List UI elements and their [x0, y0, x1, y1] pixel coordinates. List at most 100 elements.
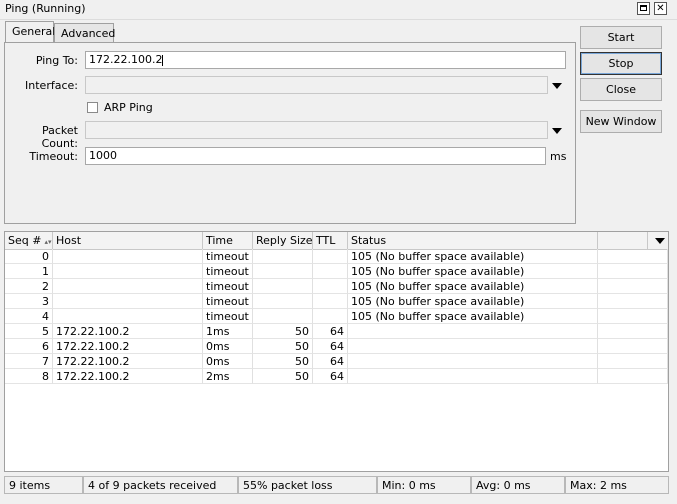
new-window-button[interactable]: New Window: [580, 110, 662, 133]
title-bar[interactable]: Ping (Running) ✕: [0, 0, 677, 20]
cell-ttl: [313, 294, 348, 309]
cell-filler: [598, 369, 668, 384]
cell-status: [348, 369, 598, 384]
status-max: Max: 2 ms: [565, 476, 669, 494]
cell-status: [348, 339, 598, 354]
start-button[interactable]: Start: [580, 26, 662, 49]
ping-to-value: 172.22.100.2: [89, 53, 163, 66]
table-row[interactable]: 7 172.22.100.2 0ms 50 64: [5, 354, 668, 369]
interface-dropdown-icon[interactable]: [552, 83, 562, 89]
cell-ttl: [313, 279, 348, 294]
arp-ping-checkbox[interactable]: [87, 102, 98, 113]
cell-filler: [598, 279, 668, 294]
table-row[interactable]: 1 timeout 105 (No buffer space available): [5, 264, 668, 279]
cell-reply-size: 50: [253, 324, 313, 339]
cell-host: 172.22.100.2: [53, 339, 203, 354]
cell-ttl: 64: [313, 354, 348, 369]
cell-host: 172.22.100.2: [53, 324, 203, 339]
cell-reply-size: 50: [253, 369, 313, 384]
status-loss: 55% packet loss: [238, 476, 377, 494]
ping-results-table[interactable]: Seq # ▴▾ Host Time Reply Size TTL Status …: [4, 231, 669, 472]
cell-filler: [598, 354, 668, 369]
status-received: 4 of 9 packets received: [83, 476, 238, 494]
cell-filler: [598, 294, 668, 309]
table-row[interactable]: 4 timeout 105 (No buffer space available): [5, 309, 668, 324]
status-items: 9 items: [4, 476, 83, 494]
cell-reply-size: [253, 309, 313, 324]
interface-select[interactable]: [85, 76, 548, 94]
col-status[interactable]: Status: [348, 232, 598, 249]
window-edge: [669, 231, 677, 504]
timeout-field[interactable]: 1000: [85, 147, 546, 165]
timeout-unit: ms: [550, 150, 567, 163]
col-time[interactable]: Time: [203, 232, 253, 249]
cell-status: 105 (No buffer space available): [348, 249, 598, 264]
table-row[interactable]: 3 timeout 105 (No buffer space available): [5, 294, 668, 309]
cell-seq: 2: [5, 279, 53, 294]
window-title: Ping (Running): [5, 2, 86, 15]
ping-to-label: Ping To:: [35, 54, 78, 67]
interface-label: Interface:: [25, 79, 78, 92]
cell-status: 105 (No buffer space available): [348, 294, 598, 309]
packet-count-label: Packet Count:: [41, 124, 78, 150]
tab-advanced-label: Advanced: [61, 27, 116, 40]
cell-seq: 8: [5, 369, 53, 384]
table-row[interactable]: 0 timeout 105 (No buffer space available): [5, 249, 668, 264]
cell-seq: 3: [5, 294, 53, 309]
cell-time: timeout: [203, 249, 253, 264]
cell-reply-size: 50: [253, 354, 313, 369]
cell-filler: [598, 324, 668, 339]
cell-seq: 0: [5, 249, 53, 264]
cell-host: [53, 249, 203, 264]
cell-status: [348, 354, 598, 369]
packet-count-field[interactable]: [85, 121, 548, 139]
status-avg: Avg: 0 ms: [471, 476, 565, 494]
cell-seq: 7: [5, 354, 53, 369]
maximize-icon[interactable]: [637, 2, 650, 15]
cell-reply-size: 50: [253, 339, 313, 354]
close-window-icon[interactable]: ✕: [654, 2, 667, 15]
col-seq-label: Seq #: [8, 234, 42, 247]
cell-ttl: [313, 309, 348, 324]
stop-button[interactable]: Stop: [580, 52, 662, 75]
cell-time: timeout: [203, 279, 253, 294]
table-row[interactable]: 6 172.22.100.2 0ms 50 64: [5, 339, 668, 354]
cell-status: [348, 324, 598, 339]
col-seq[interactable]: Seq # ▴▾: [5, 232, 53, 249]
cell-host: 172.22.100.2: [53, 369, 203, 384]
status-bar: 9 items 4 of 9 packets received 55% pack…: [4, 476, 669, 494]
ping-to-field[interactable]: 172.22.100.2: [85, 51, 566, 69]
table-row[interactable]: 5 172.22.100.2 1ms 50 64: [5, 324, 668, 339]
cell-filler: [598, 264, 668, 279]
col-ttl[interactable]: TTL: [313, 232, 348, 249]
cell-host: [53, 294, 203, 309]
cell-reply-size: [253, 279, 313, 294]
cell-ttl: [313, 249, 348, 264]
timeout-label: Timeout:: [29, 150, 78, 163]
cell-host: [53, 309, 203, 324]
cell-time: timeout: [203, 294, 253, 309]
table-row[interactable]: 8 172.22.100.2 2ms 50 64: [5, 369, 668, 384]
table-row[interactable]: 2 timeout 105 (No buffer space available): [5, 279, 668, 294]
cell-seq: 5: [5, 324, 53, 339]
cell-ttl: 64: [313, 339, 348, 354]
tab-general[interactable]: General: [5, 21, 55, 43]
close-button[interactable]: Close: [580, 78, 662, 101]
columns-menu-icon[interactable]: [655, 238, 665, 244]
cell-time: timeout: [203, 264, 253, 279]
cell-ttl: [313, 264, 348, 279]
tab-advanced[interactable]: Advanced: [54, 23, 116, 42]
cell-reply-size: [253, 294, 313, 309]
col-reply-size[interactable]: Reply Size: [253, 232, 313, 249]
col-host[interactable]: Host: [53, 232, 203, 249]
arp-ping-label: ARP Ping: [104, 101, 153, 114]
timeout-value: 1000: [89, 149, 117, 162]
cell-filler: [598, 249, 668, 264]
cell-filler: [598, 339, 668, 354]
cell-time: 0ms: [203, 339, 253, 354]
cell-time: 1ms: [203, 324, 253, 339]
cell-time: timeout: [203, 309, 253, 324]
packet-count-dropdown-icon[interactable]: [552, 128, 562, 134]
cell-seq: 6: [5, 339, 53, 354]
cell-host: [53, 264, 203, 279]
